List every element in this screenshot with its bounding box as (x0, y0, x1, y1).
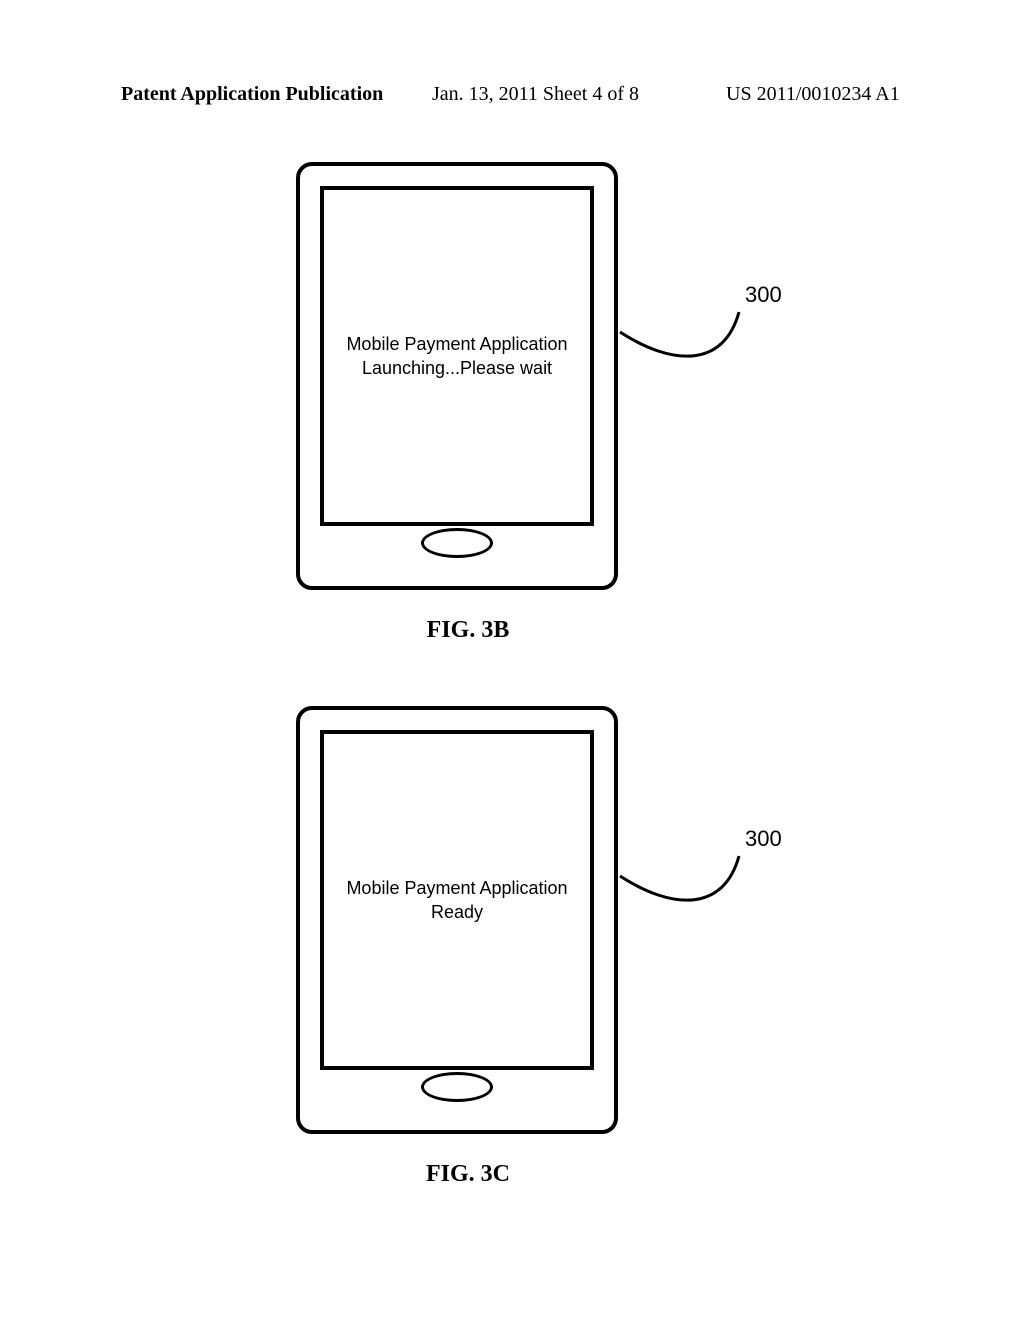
screen-line-1: Mobile Payment Application (346, 878, 567, 898)
home-button-icon (421, 1072, 493, 1102)
dashed-slot-icon (358, 1104, 556, 1134)
header-date-sheet: Jan. 13, 2011 Sheet 4 of 8 (432, 83, 639, 106)
figure-3b: Mobile Payment Application Launching...P… (0, 162, 1024, 642)
screen-line-2: Ready (431, 902, 483, 922)
device-outline: Mobile Payment Application Ready (296, 706, 618, 1134)
figure-3c: Mobile Payment Application Ready 300 FIG… (0, 706, 1024, 1186)
screen-line-1: Mobile Payment Application (346, 334, 567, 354)
reference-numeral: 300 (745, 282, 782, 308)
screen-message: Mobile Payment Application Ready (346, 876, 567, 925)
device-screen: Mobile Payment Application Ready (320, 730, 594, 1070)
leader-line-icon (614, 307, 774, 427)
header-pub-number: US 2011/0010234 A1 (726, 83, 900, 106)
screen-line-2: Launching...Please wait (362, 358, 552, 378)
device-outline: Mobile Payment Application Launching...P… (296, 162, 618, 590)
dashed-slot-icon (358, 560, 556, 590)
screen-message: Mobile Payment Application Launching...P… (346, 332, 567, 381)
device-screen: Mobile Payment Application Launching...P… (320, 186, 594, 526)
home-button-icon (421, 528, 493, 558)
figure-caption: FIG. 3B (0, 617, 1024, 644)
figure-caption: FIG. 3C (0, 1161, 1024, 1188)
header-publication-label: Patent Application Publication (121, 83, 383, 106)
reference-numeral: 300 (745, 826, 782, 852)
leader-line-icon (614, 851, 774, 971)
